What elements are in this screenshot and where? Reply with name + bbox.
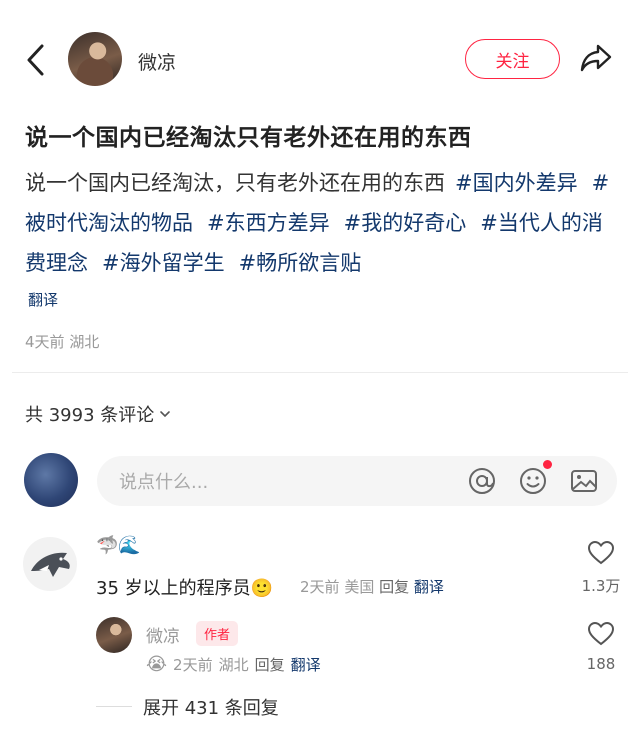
reply-emoji: 😭 — [146, 654, 168, 675]
post-meta: 4天前 湖北 — [25, 331, 99, 352]
back-icon[interactable] — [22, 42, 52, 78]
reply-author-name[interactable]: 微凉 — [146, 622, 180, 647]
notification-dot — [543, 460, 552, 469]
comment-count: 共 3993 条评论 — [25, 405, 155, 426]
chevron-down-icon — [160, 411, 171, 418]
reply-button[interactable]: 回复 — [379, 578, 409, 596]
post-time: 4天前 — [25, 333, 65, 351]
post-location: 湖北 — [69, 333, 100, 351]
comment-text: 35 岁以上的程序员🙂 — [96, 574, 273, 600]
hashtag[interactable]: #东西方差异 — [207, 211, 330, 235]
reply-button[interactable]: 回复 — [255, 654, 285, 675]
expand-replies-button[interactable]: 展开 431 条回复 — [143, 694, 279, 720]
hashtag[interactable]: #我的好奇心 — [344, 211, 467, 235]
translate-button[interactable]: 翻译 — [291, 654, 321, 675]
reply-time: 2天前 — [173, 656, 213, 674]
comment-emoji: 🙂 — [250, 578, 274, 599]
author-avatar[interactable] — [68, 32, 122, 86]
hashtag[interactable]: #畅所欲言贴 — [239, 251, 362, 275]
reply-location: 湖北 — [218, 656, 249, 674]
emoji-icon[interactable] — [518, 466, 548, 496]
reply-meta: 😭 2天前 湖北 回复 翻译 — [146, 654, 321, 675]
commenter-avatar[interactable] — [23, 537, 77, 591]
author-badge: 作者 — [196, 621, 239, 646]
comment-input-placeholder: 说点什么... — [119, 472, 209, 493]
comment-location: 美国 — [344, 578, 375, 596]
comment-meta: 2天前 美国 回复 翻译 — [300, 576, 444, 597]
shark-icon — [31, 552, 70, 577]
comment-sort-toggle[interactable]: 共 3993 条评论 — [25, 401, 172, 427]
hashtag[interactable]: #海外留学生 — [102, 251, 225, 275]
post-title: 说一个国内已经淘汰只有老外还在用的东西 — [25, 125, 472, 151]
translate-button[interactable]: 翻译 — [414, 578, 444, 596]
post-body-text: 说一个国内已经淘汰，只有老外还在用的东西 — [25, 171, 445, 195]
image-icon[interactable] — [569, 466, 599, 496]
expand-divider — [96, 706, 132, 707]
divider — [12, 372, 628, 373]
share-icon[interactable] — [578, 40, 614, 76]
commenter-name[interactable]: 🦈🌊 — [96, 535, 141, 556]
follow-button[interactable]: 关注 — [465, 39, 560, 79]
like-count: 188 — [586, 655, 616, 673]
at-icon[interactable] — [467, 466, 497, 496]
post-body: 说一个国内已经淘汰，只有老外还在用的东西 #国内外差异 #被时代淘汰的物品 #东西方差… — [25, 163, 620, 283]
translate-post-button[interactable]: 翻译 — [28, 289, 58, 310]
like-count: 1.3万 — [581, 577, 621, 595]
heart-icon[interactable] — [587, 540, 615, 566]
comment-time: 2天前 — [300, 578, 340, 596]
reply-avatar[interactable] — [96, 617, 132, 653]
my-avatar — [24, 453, 78, 507]
heart-icon[interactable] — [587, 621, 615, 647]
comment-text-content: 35 岁以上的程序员 — [96, 578, 251, 599]
author-name[interactable]: 微凉 — [138, 48, 176, 75]
hashtag[interactable]: #国内外差异 — [455, 171, 578, 195]
